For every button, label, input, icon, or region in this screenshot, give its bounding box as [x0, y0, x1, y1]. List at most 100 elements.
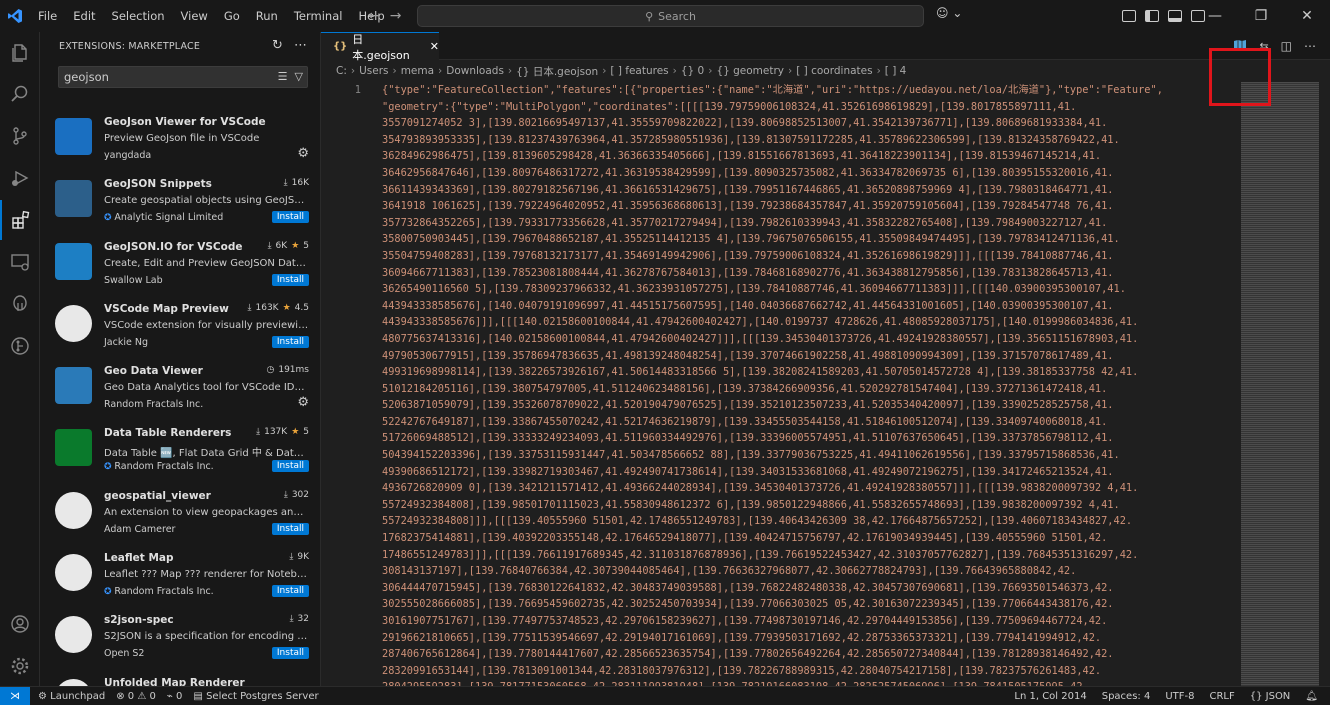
close-tab-icon[interactable]: ✕ [430, 40, 439, 53]
manage-gear-icon[interactable]: ⚙ [297, 395, 309, 410]
extension-publisher[interactable]: Adam Camerer [104, 524, 175, 535]
extension-item[interactable]: GeoJson Viewer for VSCode Preview GeoJson… [40, 106, 321, 168]
star-icon: ★ [291, 240, 300, 251]
error-count: 0 [127, 690, 135, 702]
menu-terminal[interactable]: Terminal [286, 0, 351, 32]
extension-item[interactable]: GeoJSON.IO for VSCode Create, Edit and Pr… [40, 231, 321, 293]
extension-item[interactable]: geospatial_viewer An extension to view ge… [40, 480, 321, 542]
extension-publisher[interactable]: Open S2 [104, 648, 144, 659]
explorer-icon[interactable] [0, 32, 40, 72]
install-button[interactable]: Install [271, 273, 309, 286]
settings-gear-icon[interactable] [0, 646, 40, 686]
toggle-primary-sidebar-icon[interactable] [1145, 10, 1159, 22]
install-button[interactable]: Install [271, 585, 309, 598]
minimap[interactable] [1241, 82, 1319, 686]
breadcrumb-item[interactable]: Downloads [446, 65, 504, 77]
breadcrumb-item[interactable]: Users [359, 65, 388, 77]
extension-publisher[interactable]: Jackie Ng [104, 337, 148, 348]
clear-filter-icon[interactable]: ☰ [278, 70, 288, 83]
ports-item[interactable]: ⌁ 0 [167, 691, 183, 702]
menu-edit[interactable]: Edit [65, 0, 103, 32]
minimize-icon[interactable]: — [1192, 0, 1238, 32]
install-button[interactable]: Install [271, 647, 309, 660]
extension-item[interactable]: Geo Data Viewer Geo Data Analytics tool f… [40, 355, 321, 417]
extension-stats: ⤓ 6K ★ 5 [268, 241, 309, 251]
source-control-icon[interactable] [0, 116, 40, 156]
launchpad-item[interactable]: ⚙ Launchpad [38, 691, 105, 702]
accounts-icon[interactable] [0, 604, 40, 644]
encoding[interactable]: UTF-8 [1165, 691, 1194, 702]
copilot-icon[interactable]: ☺ ⌄ [936, 6, 962, 20]
end-of-line[interactable]: CRLF [1209, 691, 1234, 702]
menu-selection[interactable]: Selection [104, 0, 173, 32]
code-lines: {"type":"FeatureCollection","features":[… [382, 82, 1242, 696]
star-icon: ★ [282, 302, 291, 313]
breadcrumb-item[interactable]: mema [401, 65, 434, 77]
toggle-panel-icon[interactable] [1168, 10, 1182, 22]
extension-publisher[interactable]: ✪ Random Fractals Inc. [104, 461, 214, 472]
code-editor[interactable]: 1 {"type":"FeatureCollection","features"… [321, 82, 1241, 693]
breadcrumb-item[interactable]: [ ] coordinates [796, 65, 872, 77]
extension-item[interactable]: VSCode Map Preview VSCode extension for v… [40, 293, 321, 355]
status-bar: ⋊ ⚙ Launchpad ⊗ 0 ⚠ 0 ⌁ 0 ▤ Select Postg… [0, 686, 1330, 705]
language-mode[interactable]: {} JSON [1250, 691, 1291, 702]
more-actions-icon[interactable]: ⋯ [294, 38, 307, 53]
manage-gear-icon[interactable]: ⚙ [297, 146, 309, 161]
menu-run[interactable]: Run [248, 0, 286, 32]
breadcrumb-item[interactable]: [ ] 4 [885, 65, 907, 77]
code-line: 302555028666085],[139.76695459602735,42.… [382, 598, 1114, 611]
extension-publisher[interactable]: ✪ Analytic Signal Limited [104, 212, 223, 223]
extension-publisher[interactable]: yangdada [104, 150, 151, 161]
extension-search-input[interactable]: geojson ☰ ▽ [58, 66, 308, 88]
breadcrumb-item[interactable]: [ ] features [610, 65, 668, 77]
notifications-icon[interactable]: 🔔︎ [1305, 691, 1318, 702]
code-line: 49790530677915],[139.35786947836635,41.4… [382, 349, 1114, 362]
editor-more-icon[interactable]: ⋯ [1304, 39, 1316, 53]
extension-publisher[interactable]: Swallow Lab [104, 275, 163, 286]
breadcrumb-item[interactable]: {} 日本.geojson [516, 64, 598, 79]
postgres-server-item[interactable]: ▤ Select Postgres Server [193, 691, 318, 702]
download-icon: ⤓ [289, 614, 294, 625]
breadcrumb-item[interactable]: {} 0 [681, 65, 704, 77]
forward-arrow-icon[interactable]: → [390, 8, 402, 24]
postgres-icon[interactable] [0, 284, 40, 324]
close-window-icon[interactable]: ✕ [1284, 0, 1330, 32]
extension-logo-icon [55, 429, 92, 467]
extensions-icon[interactable] [0, 200, 40, 240]
extension-publisher[interactable]: ✪ Random Fractals Inc. [104, 586, 214, 597]
breadcrumb-item[interactable]: C: [336, 65, 347, 77]
install-button[interactable]: Install [271, 522, 309, 535]
download-icon: ⤓ [247, 302, 252, 313]
menu-file[interactable]: File [30, 0, 65, 32]
extension-item[interactable]: GeoJSON Snippets Create geospatial object… [40, 168, 321, 230]
remote-explorer-icon[interactable] [0, 242, 40, 282]
command-center-search[interactable]: ⚲ Search [417, 5, 924, 27]
menu-go[interactable]: Go [216, 0, 248, 32]
filter-icon[interactable]: ▽ [295, 70, 303, 83]
run-debug-icon[interactable] [0, 158, 40, 198]
extension-item[interactable]: Leaflet Map Leaflet ??? Map ??? renderer … [40, 542, 321, 604]
menu-view[interactable]: View [173, 0, 216, 32]
vscode-window: File Edit Selection View Go Run Terminal Help ←… [0, 0, 1330, 705]
problems-item[interactable]: ⊗ 0 ⚠ 0 [116, 691, 156, 702]
remote-indicator-icon[interactable]: ⋊ [0, 686, 30, 705]
gitlens-icon[interactable] [0, 326, 40, 366]
back-arrow-icon[interactable]: ← [368, 8, 380, 24]
extension-item[interactable]: Data Table Renderers Data Table 🆕, Flat D… [40, 417, 321, 479]
indentation[interactable]: Spaces: 4 [1102, 691, 1151, 702]
extension-item[interactable]: s2json-spec S2JSON is a specification for… [40, 604, 321, 666]
install-button[interactable]: Install [271, 460, 309, 473]
breadcrumb-item[interactable]: {} geometry [716, 65, 784, 77]
extension-publisher[interactable]: Random Fractals Inc. [104, 399, 203, 410]
tab-geojson-file[interactable]: {} 日本.geojson ✕ [321, 32, 439, 62]
split-editor-icon[interactable]: ◫ [1281, 39, 1292, 53]
sidebar-header: EXTENSIONS: MARKETPLACE ↻ ⋯ [40, 32, 320, 60]
customize-layout-icon[interactable] [1122, 10, 1136, 22]
install-button[interactable]: Install [271, 211, 309, 224]
maximize-icon[interactable]: ❐ [1238, 0, 1284, 32]
install-button[interactable]: Install [271, 335, 309, 348]
refresh-icon[interactable]: ↻ [272, 38, 283, 53]
search-sidebar-icon[interactable] [0, 74, 40, 114]
cursor-position[interactable]: Ln 1, Col 2014 [1014, 691, 1086, 702]
download-icon: ⤓ [256, 427, 261, 438]
